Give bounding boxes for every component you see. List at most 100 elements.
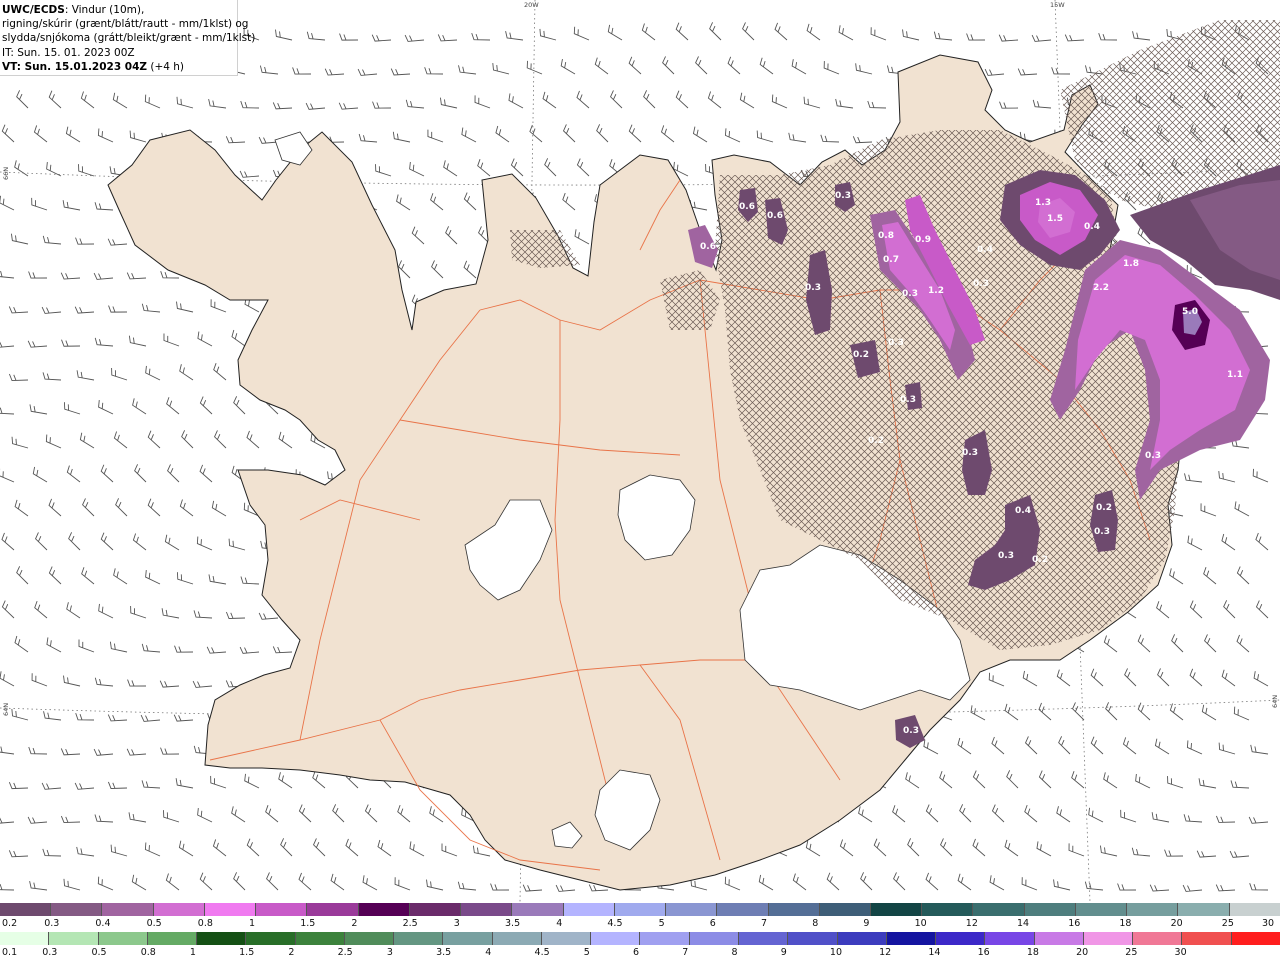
legend-swatch (51, 903, 103, 916)
precip-value: 0.3 (962, 448, 978, 458)
legend-label: 3 (453, 918, 460, 929)
precip-value: 0.2 (853, 350, 869, 360)
legend-swatch (147, 932, 198, 945)
legend-swatch (1075, 903, 1128, 916)
legend-swatch (1231, 932, 1280, 945)
legend-swatch (0, 932, 50, 945)
legend-label: 0.2 (2, 918, 18, 929)
legend-swatch (640, 932, 690, 945)
legend-label: 4.5 (607, 918, 623, 929)
legend-label: 20 (1170, 918, 1183, 929)
legend-swatch (0, 903, 52, 916)
rain-color-scale (0, 932, 1280, 945)
precip-value: 1.1 (1227, 370, 1243, 380)
legend-label: 18 (1026, 947, 1039, 958)
legend-label: 3.5 (505, 918, 521, 929)
legend-swatch (1182, 932, 1232, 945)
coord-15w: 15W (1050, 1, 1065, 9)
legend-swatch (985, 932, 1035, 945)
legend-label: 10 (829, 947, 843, 958)
legend-label: 6 (633, 947, 640, 958)
legend-label: 0.1 (2, 947, 18, 958)
legend-swatch (197, 932, 247, 945)
legend-swatch (870, 903, 923, 916)
coord-66n: 66N (2, 166, 10, 180)
title-rest: : Vindur (10m), (64, 4, 145, 16)
legend-label: 0.8 (140, 947, 156, 958)
legend-label: 4 (485, 947, 492, 958)
legend-label: 1 (189, 947, 196, 958)
legend-label: 25 (1221, 918, 1234, 929)
legend-label: 9 (863, 918, 870, 929)
precip-value: 1.3 (1035, 198, 1051, 208)
precip-value: 0.9 (915, 235, 931, 245)
precip-value: 0.3 (1145, 451, 1161, 461)
legend-swatch (738, 932, 789, 945)
precip-value: 0.7 (883, 255, 899, 265)
precip-value: 1.8 (1123, 259, 1139, 269)
legend-label: 0.8 (197, 918, 213, 929)
legend-label: 9 (780, 947, 787, 958)
legend-label: 3 (386, 947, 393, 958)
map-canvas: 0.6 0.6 0.6 0.3 0.8 0.9 0.7 0.3 1.2 0.4 0.3 1.3 1.5 0… (0, 0, 1280, 902)
legend-swatch (837, 932, 887, 945)
legend-swatch (409, 903, 462, 916)
precip-value: 0.4 (1084, 222, 1100, 232)
lead-time: (+4 h) (147, 60, 185, 73)
legend-swatch (358, 903, 410, 916)
initial-time: IT: Sun. 15. 01. 2023 00Z (2, 46, 135, 59)
legend-label: 6 (709, 918, 716, 929)
model-name: UWC/ECDS (2, 4, 65, 16)
legend-label: 14 (1017, 918, 1030, 929)
legend-swatch (49, 932, 99, 945)
legend-label: 5 (658, 918, 665, 929)
legend-swatch (591, 932, 641, 945)
title-line: UWC/ECDS: Vindur (10m), (2, 3, 237, 17)
legend-label: 0.5 (91, 947, 107, 958)
legend-swatch (204, 903, 257, 916)
legend-label: 0.3 (44, 918, 60, 929)
precip-value: 0.2 (868, 436, 884, 446)
legend-label: 3.5 (436, 947, 452, 958)
legend-label: 12 (965, 918, 978, 929)
precip-value: 0.3 (998, 551, 1014, 561)
legend-label: 18 (1119, 918, 1132, 929)
precip-value: 0.2 (1032, 555, 1048, 565)
legend-label: 30 (1262, 918, 1275, 929)
precip-value: 1.5 (1047, 214, 1063, 224)
legend-swatch (443, 932, 493, 945)
legend-label: 20 (1076, 947, 1089, 958)
snow-description: slydda/snjókoma (grátt/bleikt/grænt - mm… (2, 32, 256, 45)
legend-swatch (102, 903, 154, 916)
legend-swatch (1083, 932, 1134, 945)
coord-64n-left: 64N (2, 702, 10, 716)
legend-swatch (246, 932, 296, 945)
snow-scale-labels: 0.2 0.3 0.4 0.5 0.8 1 1.5 2 2.5 3 3.5 4 4.5 5 6 7 8 9 10 12… (0, 918, 1280, 930)
legend-label: 25 (1125, 947, 1138, 958)
legend-label: 4 (556, 918, 563, 929)
legend-label: 0.4 (95, 918, 111, 929)
precip-value: 0.3 (973, 279, 989, 289)
forecast-map[interactable]: 0.6 0.6 0.6 0.3 0.8 0.9 0.7 0.3 1.2 0.4 0.3 1.3 1.5 0… (0, 0, 1280, 902)
legend-swatch (1034, 932, 1084, 945)
precip-value: 0.4 (1015, 506, 1031, 516)
legend-swatch (788, 932, 838, 945)
legend-label: 1.5 (239, 947, 255, 958)
legend-label: 7 (682, 947, 689, 958)
legend-swatch (922, 903, 974, 916)
precip-value: 0.3 (902, 289, 918, 299)
map-info-box: UWC/ECDS: Vindur (10m), rigning/skúrir (… (0, 0, 256, 76)
legend-swatch (614, 903, 667, 916)
coord-20w: 20W (524, 1, 539, 9)
precip-value: 0.4 (977, 245, 993, 255)
precip-value: 0.3 (888, 338, 904, 348)
legend-swatch (307, 903, 359, 916)
snow-color-scale (0, 903, 1280, 916)
legend-label: 8 (731, 947, 738, 958)
rain-description: rigning/skúrir (grænt/blátt/rautt - mm/1… (2, 18, 249, 31)
legend-label: 2.5 (402, 918, 418, 929)
precip-value: 0.6 (700, 242, 716, 252)
legend-swatch (563, 903, 615, 916)
legend-label: 2 (288, 947, 295, 958)
legend-swatch (256, 903, 308, 916)
